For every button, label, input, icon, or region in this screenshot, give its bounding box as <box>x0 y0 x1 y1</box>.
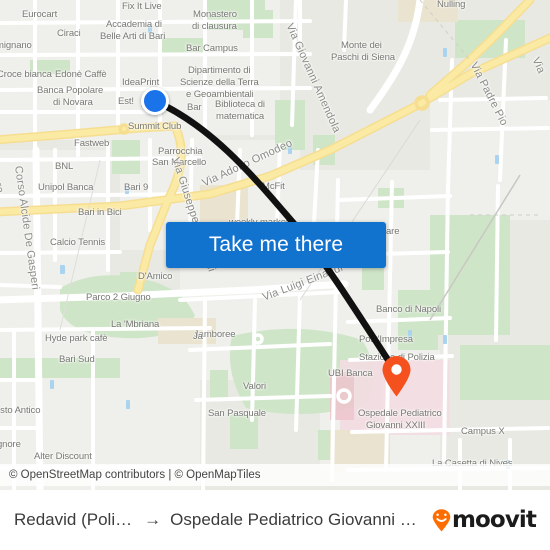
map-poi-label: Summit Club <box>128 121 182 132</box>
map-poi-label: matematica <box>216 111 265 122</box>
map-poi-label: Biblioteca di <box>215 99 265 110</box>
map-poi-label: Bar Campus <box>186 43 238 54</box>
map-poi-label: Unipol Banca <box>38 182 94 193</box>
map-poi-label: Belle Arti di Bari <box>100 31 166 42</box>
map-poi-label: Ciraci <box>57 28 81 39</box>
map-poi-label: Alter Discount <box>34 451 92 462</box>
map-poi-label: usto Antico <box>0 405 41 416</box>
map-poi-label: Nulling <box>437 0 466 10</box>
trip-bottom-bar: Redavid (Polib… → Ospedale Pediatrico Gi… <box>0 490 550 550</box>
map-poi-label: Ja <box>193 331 203 342</box>
map-poi-label: Monastero <box>193 9 237 20</box>
map-poi-label: Fastweb <box>74 138 110 149</box>
map-poi-label: di clausura <box>192 21 237 32</box>
map-poi-label: di Novara <box>53 97 93 108</box>
take-me-there-button[interactable]: Take me there <box>166 222 386 268</box>
trip-summary[interactable]: Redavid (Polib… → Ospedale Pediatrico Gi… <box>14 510 426 530</box>
map-canvas[interactable]: Eurocart Fix It Live Ciraci Accademia di Bel… <box>0 0 550 490</box>
map-poi-label: Eurocart <box>22 9 58 20</box>
map-poi-label: Banca Popolare <box>37 85 104 96</box>
map-poi-label: La 'Mbriana <box>111 319 160 330</box>
map-poi-label: McFit <box>262 181 285 192</box>
map-poi-label: Bari 9 <box>124 182 149 193</box>
map-poi-label: Fix It Live <box>122 1 162 12</box>
map-poi-label: Accademia di <box>106 19 162 30</box>
map-poi-label: Giovanni XXIII <box>366 420 426 431</box>
map-poi-label: Post'Impresa <box>359 334 413 345</box>
map-poi-label: Dipartimento di <box>188 65 251 76</box>
map-poi-label: Banco di Napoli <box>376 304 442 315</box>
map-poi-label: Parco 2 Giugno <box>86 292 151 303</box>
map-poi-label: are <box>386 226 400 237</box>
map-poi-label: Campus X <box>461 426 505 437</box>
map-poi-label: San Pasquale <box>208 408 266 419</box>
map-attribution: © OpenStreetMap contributors | © OpenMap… <box>0 464 550 486</box>
map-poi-label: Bari in Bici <box>78 207 122 218</box>
map-poi-label: Bari Sud <box>59 354 95 365</box>
moovit-wordmark: moovit <box>451 507 537 533</box>
map-poi-label: Edonè Caffè <box>55 69 107 80</box>
trip-arrow-icon: → <box>144 510 162 529</box>
map-poi-label: Paschi di Siena <box>331 52 395 63</box>
map-poi-label: Ospedale Pediatrico <box>358 408 442 419</box>
trip-origin-label: Redavid (Polib… <box>14 510 136 529</box>
moovit-pin-icon <box>432 508 451 531</box>
map-poi-label: Bar <box>187 102 202 113</box>
map-poi-label: mignano <box>0 40 32 51</box>
moovit-logo[interactable]: moovit <box>432 507 537 533</box>
origin-location-dot[interactable] <box>141 87 169 115</box>
map-poi-label: Calcio Tennis <box>50 237 106 248</box>
map-poi-label: Est! <box>118 96 134 107</box>
map-poi-label: D'Amico <box>138 271 173 282</box>
map-poi-label: gnore <box>0 439 21 450</box>
map-poi-label: Croce bianca <box>0 69 52 80</box>
map-poi-label: Scienze della Terra <box>180 77 259 88</box>
map-poi-label: BNL <box>55 161 74 172</box>
map-poi-label: Valori <box>243 381 266 392</box>
map-poi-label: Hyde park cafè <box>45 333 108 344</box>
map-poi-label: Monte dei <box>341 40 382 51</box>
map-poi-label: UBI Banca <box>328 368 373 379</box>
moovit-trip-map-screen: Eurocart Fix It Live Ciraci Accademia di Bel… <box>0 0 550 550</box>
destination-pin[interactable] <box>381 355 412 397</box>
trip-destination-label: Ospedale Pediatrico Giovanni XX… <box>170 510 426 529</box>
